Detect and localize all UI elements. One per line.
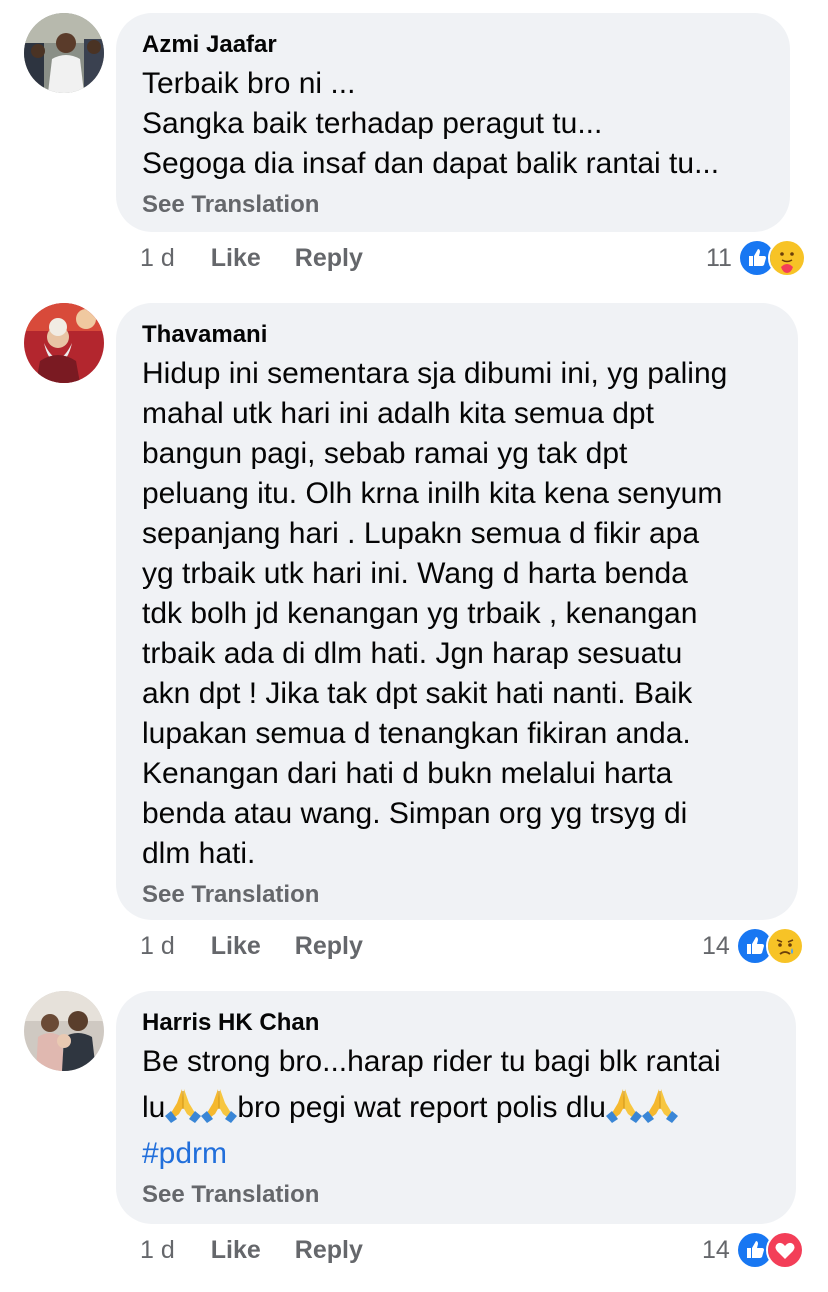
care-icon <box>767 239 806 277</box>
avatar[interactable] <box>24 303 104 383</box>
reaction-summary[interactable]: 14 <box>702 926 804 966</box>
comment-actions: 1 d Like Reply <box>140 240 397 276</box>
comment-text-line: Segoga dia insaf dan dapat balik rantai … <box>142 147 720 180</box>
comment-text-line: lupakan semua d tenangkan fikiran anda. <box>142 717 691 750</box>
comment-bubble: Harris HK Chan Be strong bro...harap rid… <box>116 991 796 1224</box>
comment-text-line: yg trbaik utk hari ini. Wang d harta ben… <box>142 557 688 590</box>
comment-text-fragment: lu <box>142 1091 166 1124</box>
comment-actions: 1 d Like Reply <box>140 1232 397 1268</box>
comment-text-line: benda atau wang. Simpan org yg trsyg di <box>142 797 688 830</box>
comment-text-line: #pdrm <box>142 1134 770 1174</box>
see-translation-link[interactable]: See Translation <box>142 1180 770 1210</box>
comment-text-line: mahal utk hari ini adalh kita semua dpt <box>142 397 654 430</box>
comment-text-line: lu bro pegi wat report polis dlu <box>142 1082 770 1134</box>
reaction-summary[interactable]: 11 <box>706 238 806 278</box>
reaction-count: 14 <box>702 1235 730 1264</box>
comment-author[interactable]: Harris HK Chan <box>142 1008 770 1038</box>
folded-hands-icon <box>642 1083 678 1123</box>
comment-author[interactable]: Thavamani <box>142 320 772 350</box>
comment-text-fragment: bro pegi wat report polis dlu <box>237 1091 606 1124</box>
love-icon <box>765 1231 804 1269</box>
folded-hands-icon <box>201 1083 237 1123</box>
comment-text-line: akn dpt ! Jika tak dpt sakit hati nanti.… <box>142 677 693 710</box>
reaction-count: 11 <box>706 243 732 272</box>
comment-text-line: sepanjang hari . Lupakn semua d fikir ap… <box>142 517 700 550</box>
comment-text-line: bangun pagi, sebab ramai yg tak dpt <box>142 437 628 470</box>
comment-text-line: Terbaik bro ni ... <box>142 67 356 100</box>
reply-button[interactable]: Reply <box>295 244 363 273</box>
like-button[interactable]: Like <box>211 244 261 273</box>
hashtag-link[interactable]: #pdrm <box>142 1137 227 1170</box>
comment-actions: 1 d Like Reply <box>140 928 397 964</box>
comment-text-line: tdk bolh jd kenangan yg trbaik , kenanga… <box>142 597 698 630</box>
comment-text-line: trbaik ada di dlm hati. Jgn harap sesuat… <box>142 637 683 670</box>
reply-button[interactable]: Reply <box>295 1236 363 1265</box>
see-translation-link[interactable]: See Translation <box>142 190 764 220</box>
comment-text-line: Hidup ini sementara sja dibumi ini, yg p… <box>142 357 728 390</box>
comment-timestamp[interactable]: 1 d <box>140 1236 175 1265</box>
comment-text-line: dlm hati. <box>142 837 256 870</box>
see-translation-link[interactable]: See Translation <box>142 880 772 910</box>
comment-text-line: peluang itu. Olh krna inilh kita kena se… <box>142 477 723 510</box>
like-button[interactable]: Like <box>211 932 261 961</box>
avatar[interactable] <box>24 991 104 1071</box>
comment-bubble: Thavamani Hidup ini sementara sja dibumi… <box>116 303 798 920</box>
like-button[interactable]: Like <box>211 1236 261 1265</box>
reply-button[interactable]: Reply <box>295 932 363 961</box>
reaction-summary[interactable]: 14 <box>702 1230 804 1270</box>
folded-hands-icon <box>606 1083 642 1123</box>
comment-author[interactable]: Azmi Jaafar <box>142 30 764 60</box>
comment-timestamp[interactable]: 1 d <box>140 244 175 273</box>
comment-text-line: Be strong bro...harap rider tu bagi blk … <box>142 1045 721 1078</box>
reaction-count: 14 <box>702 931 730 960</box>
comment-text-line: Sangka baik terhadap peragut tu... <box>142 107 603 140</box>
sad-icon <box>765 927 804 965</box>
folded-hands-icon <box>165 1083 201 1123</box>
avatar[interactable] <box>24 13 104 93</box>
comment-timestamp[interactable]: 1 d <box>140 932 175 961</box>
comment-bubble: Azmi Jaafar Terbaik bro ni ... Sangka ba… <box>116 13 790 232</box>
comment-text-line: Kenangan dari hati d bukn melalui harta <box>142 757 673 790</box>
